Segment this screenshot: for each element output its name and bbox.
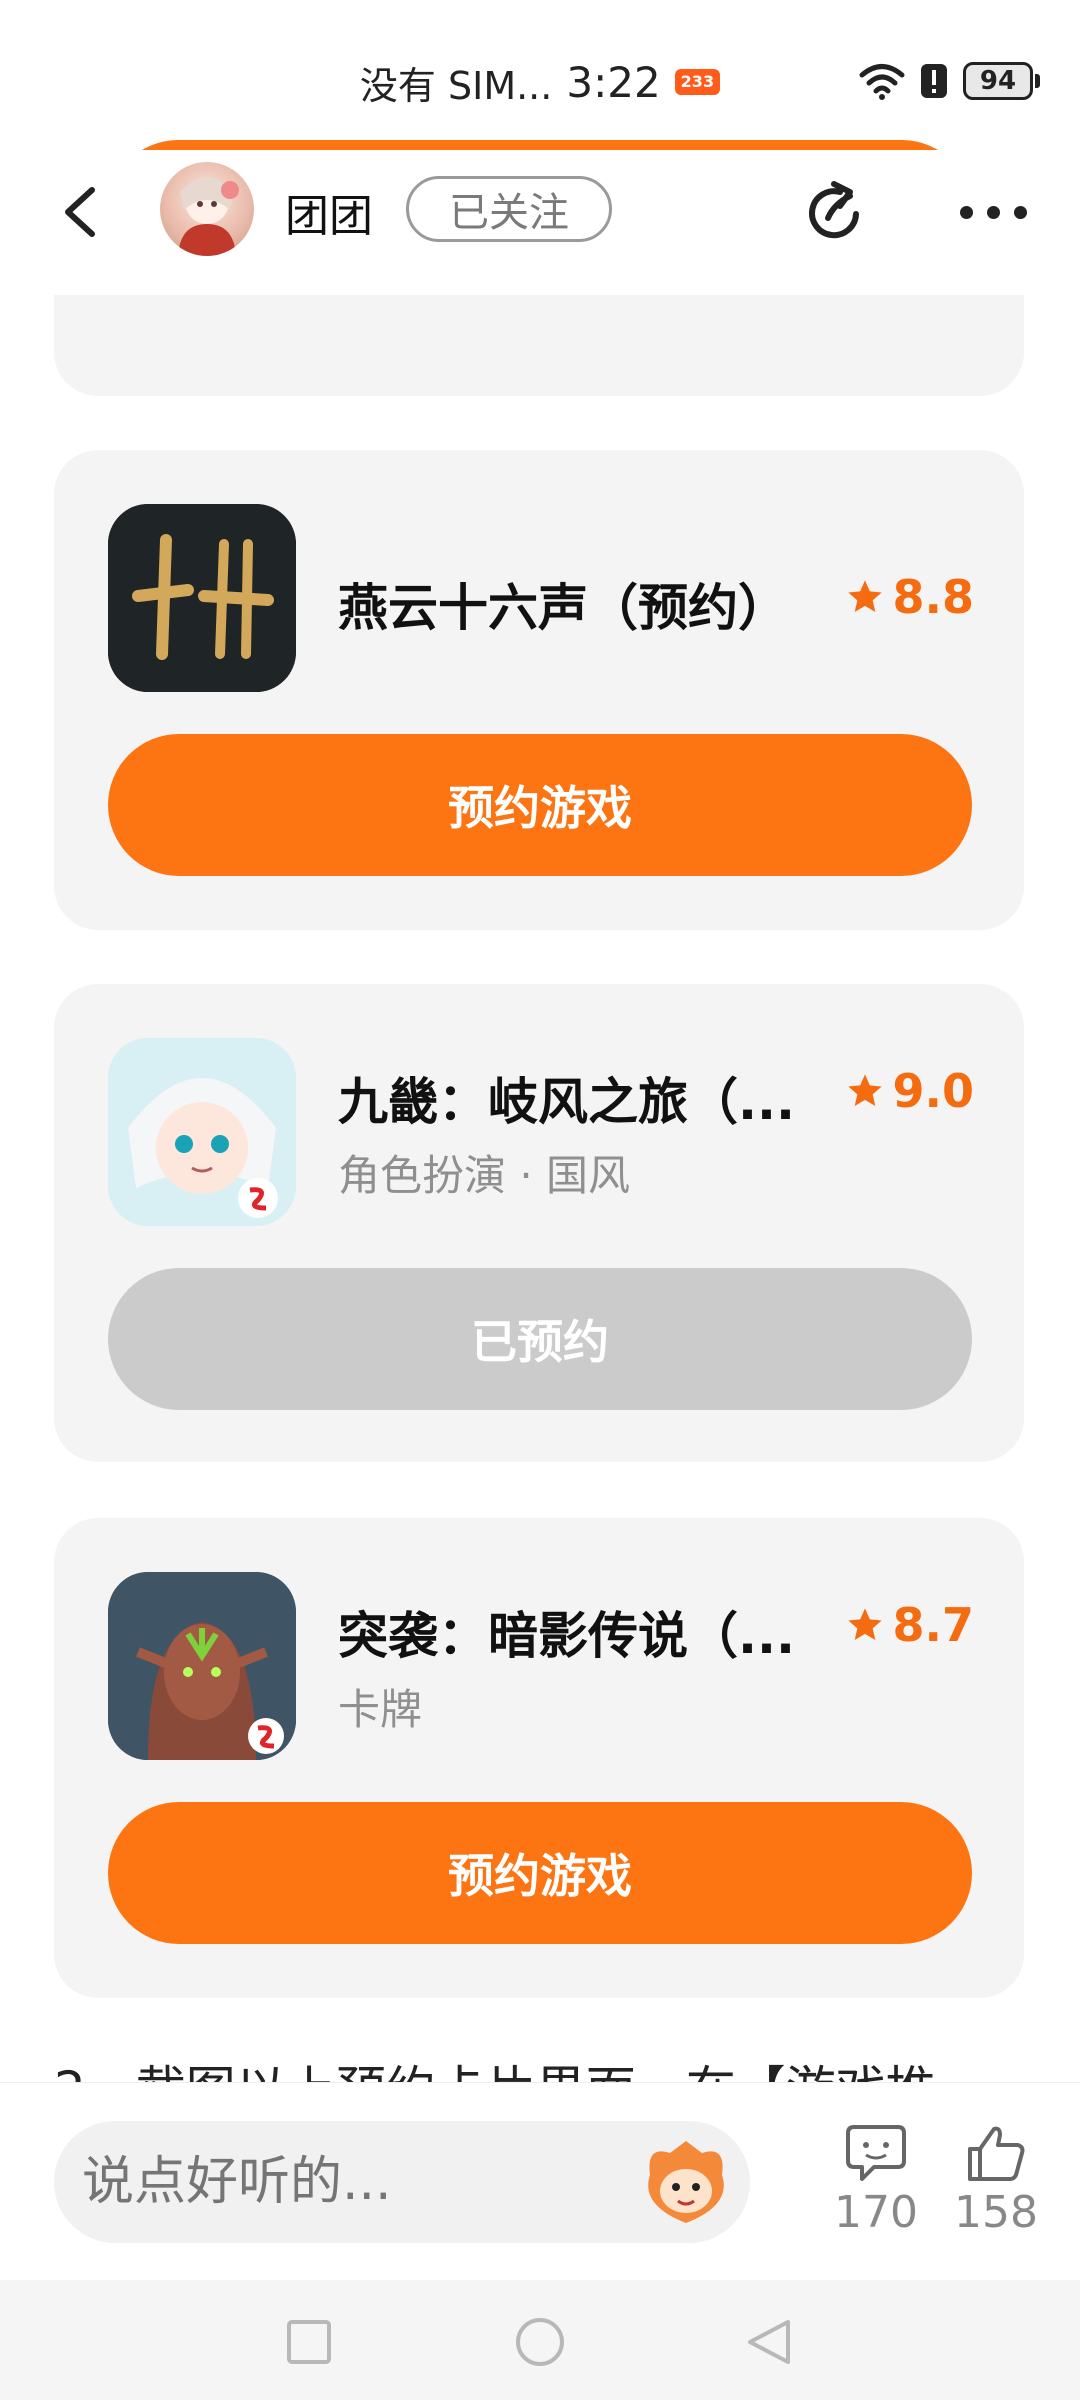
post-header: 团团 已关注 — [0, 150, 1080, 295]
like-button[interactable]: 158 — [946, 2123, 1046, 2238]
system-nav-bar — [0, 2280, 1080, 2400]
jiuji-character-icon — [108, 1038, 296, 1226]
game-title[interactable]: 燕云十六声（预约） — [338, 568, 788, 640]
game-title[interactable]: 九畿：岐风之旅（... — [338, 1062, 795, 1134]
follow-button[interactable]: 已关注 — [406, 176, 612, 242]
rating-value: 8.7 — [892, 1598, 975, 1652]
game-icon[interactable] — [108, 1572, 296, 1760]
game-rating: 9.0 — [845, 1064, 975, 1118]
battery-level: 94 — [963, 62, 1033, 100]
rating-value: 8.8 — [892, 570, 975, 624]
game-card: 九畿：岐风之旅（... 角色扮演 · 国风 9.0 已预约 — [54, 984, 1024, 1462]
raid-character-icon — [108, 1572, 296, 1760]
more-options-icon[interactable] — [960, 206, 1027, 219]
rating-value: 9.0 — [892, 1064, 975, 1118]
yanyun-logo-icon — [108, 504, 296, 692]
like-count: 158 — [954, 2187, 1038, 2238]
status-icons: 94 — [859, 56, 1040, 106]
star-icon — [847, 1608, 882, 1640]
game-card: 燕云十六声（预约） 8.8 预约游戏 — [54, 450, 1024, 930]
back-nav-icon[interactable] — [744, 2316, 794, 2368]
game-icon[interactable] — [108, 1038, 296, 1226]
game-title[interactable]: 突袭：暗影传说（... — [338, 1596, 795, 1668]
game-rating: 8.7 — [845, 1598, 975, 1652]
home-icon[interactable] — [514, 2316, 566, 2368]
dot — [987, 206, 1000, 219]
alert-icon — [921, 64, 947, 98]
app-notification-badge: 233 — [674, 69, 721, 95]
reserve-game-button[interactable]: 预约游戏 — [108, 734, 972, 876]
game-tags: 角色扮演 · 国风 — [338, 1151, 631, 1200]
comment-count: 170 — [834, 2187, 918, 2238]
reserve-game-button[interactable]: 预约游戏 — [108, 1802, 972, 1944]
reserved-button[interactable]: 已预约 — [108, 1268, 972, 1410]
dot — [960, 206, 973, 219]
wifi-icon — [859, 64, 905, 100]
game-tags: 卡牌 — [338, 1685, 423, 1734]
avatar-illustration-icon — [178, 177, 239, 256]
comment-count-button[interactable]: 170 — [826, 2123, 926, 2238]
emoji-mascot-icon[interactable] — [640, 2135, 732, 2227]
carrier-label: 没有 SIM... — [359, 63, 553, 108]
avatar[interactable] — [160, 162, 254, 256]
game-card: 突袭：暗影传说（... 卡牌 8.7 预约游戏 — [54, 1518, 1024, 1998]
comment-bar: 170 158 — [0, 2082, 1080, 2281]
user-name[interactable]: 团团 — [285, 180, 373, 244]
battery-indicator: 94 — [963, 62, 1040, 100]
thumbs-up-icon — [968, 2126, 1025, 2181]
clock: 3:22 — [566, 57, 661, 107]
dot — [1014, 206, 1027, 219]
game-icon[interactable] — [108, 504, 296, 692]
comment-icon — [846, 2125, 906, 2181]
share-icon[interactable] — [800, 178, 870, 248]
recent-apps-icon[interactable] — [285, 2318, 333, 2366]
star-icon — [847, 1074, 882, 1106]
star-icon — [847, 580, 882, 612]
status-bar: 没有 SIM... 3:22 233 94 — [0, 0, 1080, 150]
game-rating: 8.8 — [845, 570, 975, 624]
back-arrow-icon[interactable] — [52, 182, 112, 242]
battery-tip — [1035, 74, 1040, 88]
